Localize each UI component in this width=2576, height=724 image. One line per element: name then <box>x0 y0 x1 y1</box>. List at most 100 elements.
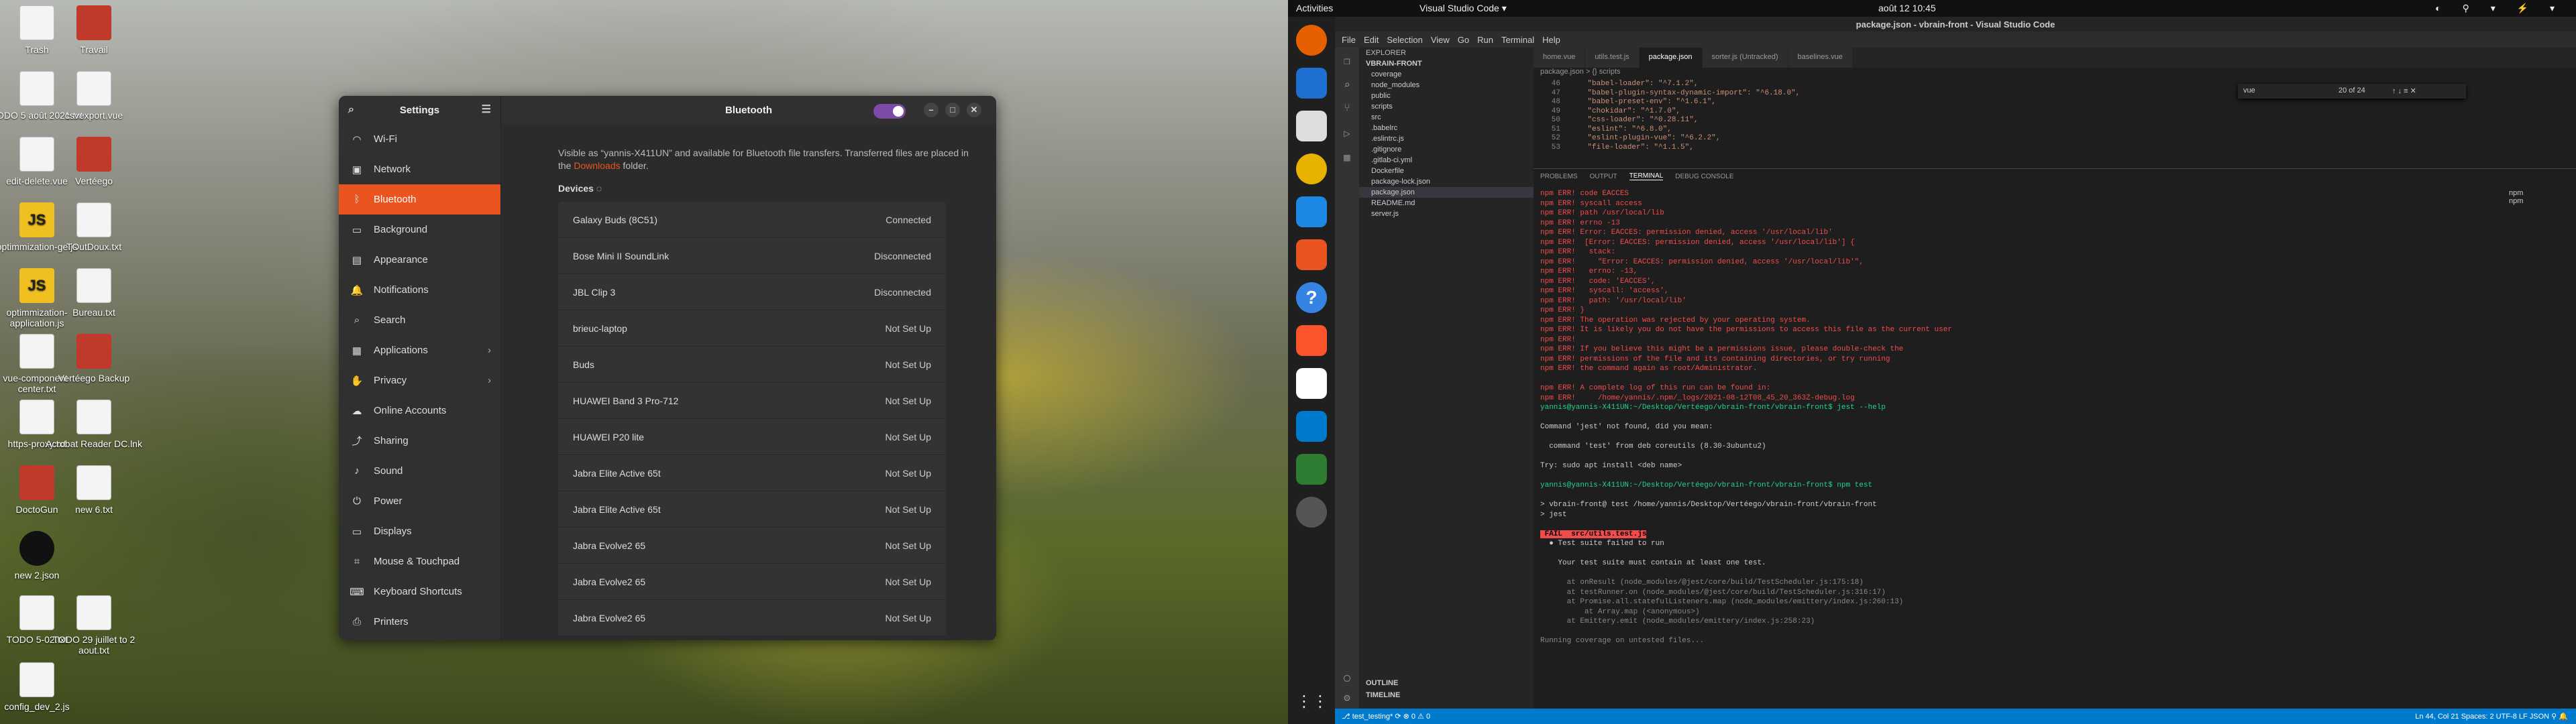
manage-gear-icon[interactable]: ⚙ <box>1340 691 1354 705</box>
file-tree-item[interactable]: .eslintrc.js <box>1359 133 1534 144</box>
device-row[interactable]: JBL Clip 3 Disconnected <box>558 274 946 310</box>
file-tree-item[interactable]: .babelrc <box>1359 123 1534 133</box>
panel-tab[interactable]: TERMINAL <box>1629 172 1664 180</box>
sidebar-item-background[interactable]: ▭ Background <box>339 215 500 245</box>
project-folder[interactable]: VBRAIN-FRONT <box>1359 58 1534 69</box>
thunderbird-icon[interactable] <box>1296 68 1327 99</box>
file-tree-item[interactable]: package-lock.json <box>1359 176 1534 187</box>
slack-icon[interactable] <box>1296 368 1327 399</box>
sidebar-item-notifications[interactable]: 🔔 Notifications <box>339 275 500 305</box>
editor-tab[interactable]: baselines.vue <box>1788 48 1853 68</box>
file-tree-item[interactable]: .gitignore <box>1359 144 1534 155</box>
bluetooth-toggle[interactable] <box>873 104 906 119</box>
firefox-icon[interactable] <box>1296 25 1327 56</box>
file-tree-item[interactable]: .gitlab-ci.yml <box>1359 155 1534 166</box>
device-row[interactable]: HUAWEI P20 lite Not Set Up <box>558 419 946 455</box>
rhythmbox-icon[interactable] <box>1296 154 1327 184</box>
source-control-icon[interactable]: ⑂ <box>1340 103 1354 116</box>
device-row[interactable]: Jabra Evolve2 65 Not Set Up <box>558 564 946 600</box>
find-widget[interactable]: vue 20 of 24 ↑ ↓ ≡ ✕ <box>2238 84 2466 99</box>
terminal-instance[interactable]: npm <box>2509 189 2556 197</box>
sidebar-item-bluetooth[interactable]: ᛒ Bluetooth <box>339 184 500 215</box>
system-tray[interactable]: ◐ ⚲ ▾ ⚡ ▾ <box>2435 3 2564 14</box>
device-row[interactable]: Jabra Elite Active 65t Not Set Up <box>558 455 946 491</box>
panel-tab[interactable]: PROBLEMS <box>1540 173 1578 180</box>
desktop-icon[interactable]: Acrobat Reader DC.lnk <box>44 400 144 449</box>
desktop-icon[interactable]: Vertéego Backup <box>44 334 144 383</box>
show-apps-icon[interactable]: ⋮⋮ <box>1296 686 1328 717</box>
menu-item-view[interactable]: View <box>1431 35 1450 45</box>
menu-item-go[interactable]: Go <box>1458 35 1469 45</box>
menu-item-run[interactable]: Run <box>1477 35 1493 45</box>
vscode-icon[interactable] <box>1296 411 1327 442</box>
device-row[interactable]: HUAWEI Band 3 Pro-712 Not Set Up <box>558 383 946 419</box>
device-row[interactable]: Jabra Elite Active 65t Not Set Up <box>558 491 946 528</box>
sidebar-item-search[interactable]: ⌕ Search <box>339 305 500 335</box>
panel-tab[interactable]: OUTPUT <box>1590 173 1617 180</box>
sidebar-item-sharing[interactable]: ⤴ Sharing <box>339 426 500 456</box>
terminal[interactable]: npm ERR! code EACCES npm ERR! syscall acc… <box>1540 189 2513 646</box>
downloads-link[interactable]: Downloads <box>574 160 620 171</box>
desktop-icon[interactable]: Travail <box>44 5 144 55</box>
device-row[interactable]: Buds Not Set Up <box>558 347 946 383</box>
search-icon[interactable]: ⌕ <box>348 104 354 116</box>
editor-tab[interactable]: package.json <box>1639 48 1703 68</box>
outline-section[interactable]: OUTLINE <box>1359 678 1398 688</box>
sidebar-item-applications[interactable]: ▦ Applications › <box>339 335 500 365</box>
status-right[interactable]: Ln 44, Col 21 Spaces: 2 UTF-8 LF JSON ⚲ … <box>2415 712 2568 721</box>
extensions-icon[interactable]: ▦ <box>1340 151 1354 164</box>
sidebar-item-privacy[interactable]: ✋ Privacy › <box>339 365 500 396</box>
files-icon[interactable] <box>1296 111 1327 141</box>
file-tree-item[interactable]: scripts <box>1359 101 1534 112</box>
menu-item-edit[interactable]: Edit <box>1364 35 1379 45</box>
sidebar-item-sound[interactable]: ♪ Sound <box>339 456 500 486</box>
sidebar-item-wi-fi[interactable]: ◠ Wi-Fi <box>339 124 500 154</box>
file-tree-item[interactable]: public <box>1359 90 1534 101</box>
account-icon[interactable]: ◯ <box>1340 671 1354 684</box>
find-input[interactable]: vue <box>2243 86 2255 95</box>
file-tree-item[interactable]: src <box>1359 112 1534 123</box>
device-row[interactable]: Jabra Evolve2 65 Not Set Up <box>558 528 946 564</box>
sidebar-item-power[interactable]: ⏻ Power <box>339 486 500 516</box>
clock[interactable]: août 12 10:45 <box>1878 3 1936 13</box>
desktop-icon[interactable]: TOutDoux.txt <box>44 202 144 252</box>
file-tree-item[interactable]: coverage <box>1359 69 1534 80</box>
breadcrumb[interactable]: package.json > {} scripts <box>1534 68 2576 80</box>
device-row[interactable]: brieuc-laptop Not Set Up <box>558 310 946 347</box>
sidebar-item-appearance[interactable]: ▤ Appearance <box>339 245 500 275</box>
code-editor[interactable]: 46 "babel-loader": "^7.1.2", 47 "babel-pl… <box>1534 80 2576 168</box>
desktop-icon[interactable]: Bureau.txt <box>44 268 144 318</box>
file-tree-item[interactable]: node_modules <box>1359 80 1534 90</box>
menu-item-file[interactable]: File <box>1342 35 1356 45</box>
sidebar-item-online-accounts[interactable]: ☁ Online Accounts <box>339 396 500 426</box>
help-icon[interactable]: ? <box>1296 282 1327 313</box>
search-icon[interactable]: ⌕ <box>1340 78 1354 92</box>
sidebar-item-mouse-touchpad[interactable]: ⌗ Mouse & Touchpad <box>339 546 500 577</box>
brave-icon[interactable] <box>1296 325 1327 356</box>
menu-item-terminal[interactable]: Terminal <box>1501 35 1534 45</box>
sidebar-item-keyboard-shortcuts[interactable]: ⌨ Keyboard Shortcuts <box>339 577 500 607</box>
file-tree-item[interactable]: server.js <box>1359 208 1534 219</box>
desktop-icon[interactable]: csvexport.vue <box>44 71 144 121</box>
panel-tab[interactable]: DEBUG CONSOLE <box>1675 173 1733 180</box>
status-left[interactable]: ⎇ test_testing* ⟳ ⊗ 0 ⚠ 0 <box>1342 712 1430 721</box>
spreadsheet-icon[interactable] <box>1296 454 1327 485</box>
desktop-icon[interactable]: new 2.json <box>0 531 87 581</box>
settings-app-icon[interactable] <box>1296 497 1327 528</box>
sidebar-item-displays[interactable]: ▭ Displays <box>339 516 500 546</box>
editor-tab[interactable]: home.vue <box>1534 48 1586 68</box>
activities-button[interactable]: Activities <box>1296 3 1333 13</box>
device-row[interactable]: Bose Mini II SoundLink Disconnected <box>558 238 946 274</box>
timeline-section[interactable]: TIMELINE <box>1359 690 1400 701</box>
run-debug-icon[interactable]: ▷ <box>1340 127 1354 140</box>
find-nav-icons[interactable]: ↑ ↓ ≡ ✕ <box>2392 86 2416 95</box>
file-tree-item[interactable]: package.json <box>1359 187 1534 198</box>
sidebar-item-printers[interactable]: ⎙ Printers <box>339 607 500 637</box>
app-menu[interactable]: Visual Studio Code ▾ <box>1419 3 1507 14</box>
desktop-icon[interactable]: config_dev_2.js <box>0 662 87 712</box>
minimize-button[interactable]: – <box>924 103 938 117</box>
terminal-list[interactable]: npm npm <box>2509 189 2556 205</box>
desktop-icon[interactable]: TODO 29 juillet to 2 aout.txt <box>44 595 144 656</box>
desktop-icon[interactable]: new 6.txt <box>44 465 144 515</box>
editor-tab[interactable]: sorter.js (Untracked) <box>1702 48 1788 68</box>
